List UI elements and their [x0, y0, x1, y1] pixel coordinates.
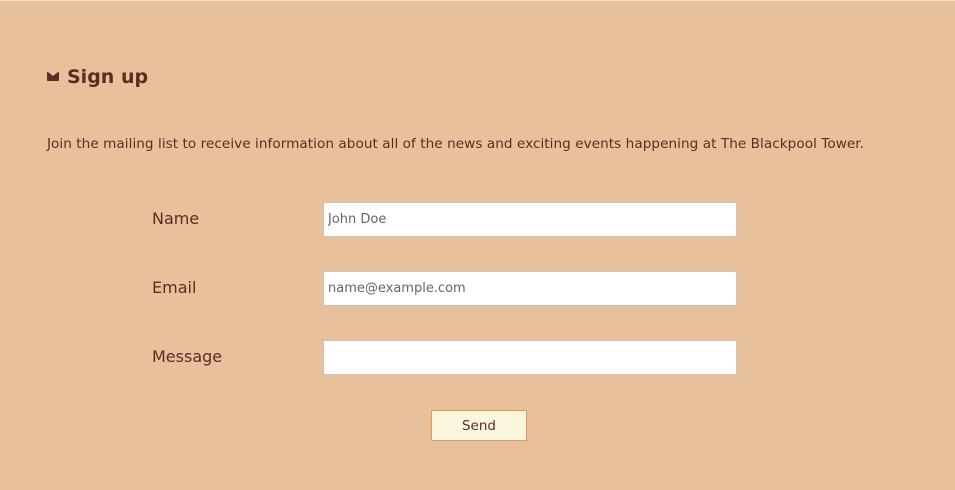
message-input[interactable] [323, 340, 737, 375]
top-divider [0, 0, 955, 1]
envelope-icon [47, 71, 59, 81]
message-label: Message [152, 347, 223, 366]
email-label: Email [152, 278, 197, 297]
email-input[interactable] [323, 271, 737, 306]
signup-heading: Sign up [47, 66, 148, 88]
name-label: Name [152, 209, 200, 228]
signup-title: Sign up [67, 66, 149, 88]
name-input[interactable] [323, 202, 737, 237]
send-button[interactable]: Send [431, 410, 527, 441]
signup-intro-text: Join the mailing list to receive informa… [47, 136, 865, 152]
